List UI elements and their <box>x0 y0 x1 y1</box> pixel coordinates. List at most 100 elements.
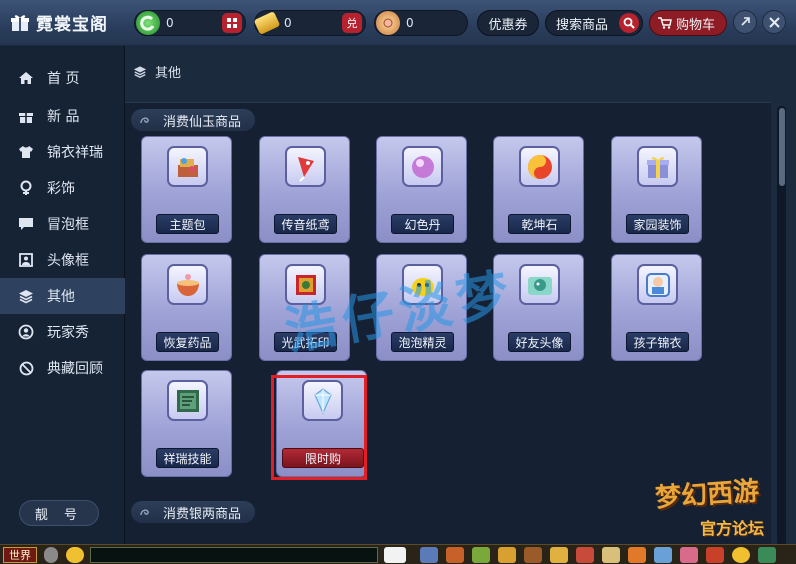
coin-bag-icon[interactable] <box>498 547 516 563</box>
red-stone-icon <box>519 146 560 187</box>
chat-bubble-icon <box>17 215 35 233</box>
product-card[interactable]: 祥瑞技能 <box>141 370 232 477</box>
treasure-pile-icon <box>167 146 208 187</box>
coin-value: 0 <box>406 16 414 30</box>
child-outfit-icon <box>637 264 678 305</box>
sidebar-item-label: 其他 <box>47 289 75 305</box>
bell-icon[interactable] <box>628 547 646 563</box>
friend-icon[interactable] <box>654 547 672 563</box>
brand-logo: 梦幻西游 <box>654 476 761 514</box>
friend-avatar-icon <box>519 264 560 305</box>
bubble-sprite-icon <box>402 264 443 305</box>
jade-currency: 0 <box>134 10 246 36</box>
sidebar: 首 页 新 品 锦衣祥瑞 彩饰 冒泡框 头像框 其他 玩家秀 典藏回顾 靓 号 <box>0 46 125 550</box>
portrait-frame-icon <box>17 251 35 269</box>
sidebar-item-collection-review[interactable]: 典藏回顾 <box>0 350 125 386</box>
microphone-icon[interactable] <box>44 547 58 563</box>
chest-icon[interactable] <box>446 547 464 563</box>
search-icon <box>619 13 639 33</box>
sidebar-item-label: 新 品 <box>47 109 80 125</box>
chat-channel-button[interactable]: 世界 <box>3 547 37 563</box>
sidebar-item-ornaments[interactable]: 彩饰 <box>0 170 125 206</box>
section-header-jade: 消费仙玉商品 <box>131 109 256 131</box>
pet-icon[interactable] <box>384 547 406 563</box>
cart-button[interactable]: 购物车 <box>649 10 727 36</box>
flag-icon[interactable] <box>576 547 594 563</box>
product-card[interactable]: 光武拓印 <box>259 254 350 361</box>
product-card[interactable]: 孩子锦衣 <box>611 254 702 361</box>
popout-icon <box>741 17 750 26</box>
sidebar-item-player-show[interactable]: 玩家秀 <box>0 314 125 350</box>
search-button[interactable]: 搜索商品 <box>545 10 643 36</box>
product-label: 孩子锦衣 <box>626 332 689 352</box>
app-title-text: 霓裳宝阁 <box>36 15 108 35</box>
app-title: 霓裳宝阁 <box>10 10 108 35</box>
grid-icon[interactable] <box>222 13 242 33</box>
sword-icon[interactable] <box>420 547 438 563</box>
close-icon <box>768 16 780 28</box>
system-icon[interactable] <box>758 547 776 563</box>
bag-icon[interactable] <box>472 547 490 563</box>
smiley-icon[interactable] <box>732 547 750 563</box>
settings-slot-icon[interactable] <box>706 547 724 563</box>
close-button[interactable] <box>762 10 786 34</box>
product-card[interactable]: 幻色丹 <box>376 136 467 243</box>
purple-pill-icon <box>402 146 443 187</box>
ticket-currency: 0 兑 <box>253 10 366 36</box>
product-label: 光武拓印 <box>274 332 337 352</box>
product-card[interactable]: 主题包 <box>141 136 232 243</box>
gift-icon <box>17 107 35 125</box>
map-icon[interactable] <box>602 547 620 563</box>
layers-icon <box>17 287 35 305</box>
sidebar-item-bubble-frames[interactable]: 冒泡框 <box>0 206 125 242</box>
product-label: 幻色丹 <box>391 214 454 234</box>
red-chest-icon <box>285 264 326 305</box>
gift-slot-icon[interactable] <box>680 547 698 563</box>
product-label: 主题包 <box>156 214 219 234</box>
sidebar-item-label: 玩家秀 <box>47 325 89 341</box>
section-title: 消费仙玉商品 <box>163 114 242 130</box>
home-icon <box>17 69 35 87</box>
sidebar-item-label: 首 页 <box>47 71 80 87</box>
product-card[interactable]: 泡泡精灵 <box>376 254 467 361</box>
layers-icon <box>133 65 147 78</box>
sidebar-item-other[interactable]: 其他 <box>0 278 125 314</box>
sidebar-item-label: 头像框 <box>47 253 89 269</box>
product-label: 泡泡精灵 <box>391 332 454 352</box>
sidebar-item-new[interactable]: 新 品 <box>0 98 125 134</box>
product-card[interactable]: 家园装饰 <box>611 136 702 243</box>
product-card[interactable]: 传音纸鸢 <box>259 136 350 243</box>
sidebar-item-outfits[interactable]: 锦衣祥瑞 <box>0 134 125 170</box>
player-show-icon <box>17 323 35 341</box>
scrollbar-thumb[interactable] <box>779 108 785 186</box>
team-icon[interactable] <box>524 547 542 563</box>
sidebar-item-home[interactable]: 首 页 <box>0 60 125 96</box>
premium-id-button[interactable]: 靓 号 <box>19 500 99 526</box>
swirl-icon <box>140 509 149 516</box>
product-label: 传音纸鸢 <box>274 214 337 234</box>
product-card[interactable]: 好友头像 <box>493 254 584 361</box>
sidebar-item-avatar-frames[interactable]: 头像框 <box>0 242 125 278</box>
swirl-icon <box>140 117 149 124</box>
coupon-label: 优惠券 <box>488 17 528 33</box>
popout-button[interactable] <box>733 10 757 34</box>
product-card[interactable]: 乾坤石 <box>493 136 584 243</box>
emoji-icon[interactable] <box>66 547 84 563</box>
highlight-box <box>271 375 367 480</box>
exchange-button[interactable]: 兑 <box>342 13 362 33</box>
ticket-value: 0 <box>284 16 292 30</box>
sidebar-item-label: 彩饰 <box>47 181 75 197</box>
title-bar: 霓裳宝阁 0 0 兑 0 优惠券 搜索商品 购物车 <box>0 0 796 46</box>
product-label: 祥瑞技能 <box>156 448 219 468</box>
product-card[interactable]: 恢复药品 <box>141 254 232 361</box>
game-status-bar: 世界 <box>0 544 796 564</box>
product-label: 家园装饰 <box>626 214 689 234</box>
sidebar-item-label: 典藏回顾 <box>47 361 103 377</box>
cart-label: 购物车 <box>676 17 716 33</box>
chat-input[interactable] <box>90 547 378 563</box>
medicine-bowl-icon <box>167 264 208 305</box>
shirt-icon <box>17 143 35 161</box>
gift-box-icon <box>637 146 678 187</box>
coupon-button[interactable]: 优惠券 <box>477 10 539 36</box>
scroll-icon[interactable] <box>550 547 568 563</box>
